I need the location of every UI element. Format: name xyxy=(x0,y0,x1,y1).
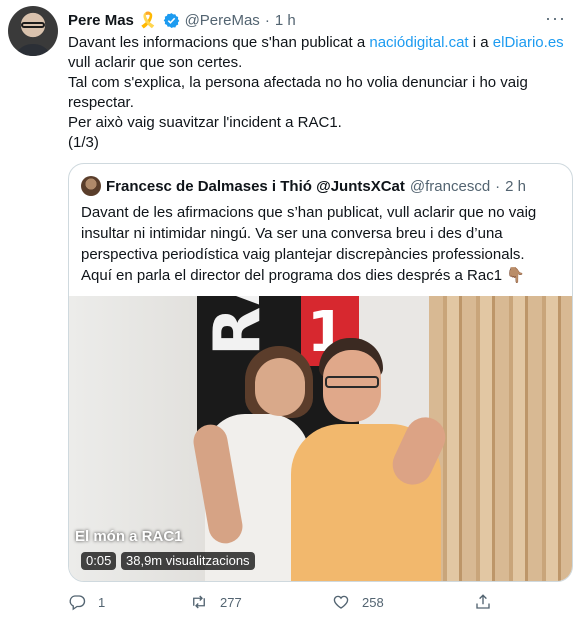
quoted-line: Davant de les afirmacions que s’han publ… xyxy=(81,204,537,221)
like-button[interactable]: 258 xyxy=(332,590,384,614)
retweet-count: 277 xyxy=(220,594,242,610)
video-player[interactable]: RAC 1 El món a RAC1 0:05 38,9m visualitz… xyxy=(69,296,572,581)
tweet-actions-bar: 1 277 258 xyxy=(68,590,508,614)
tweet-line: Tal com s'explica, la persona afectada n… xyxy=(68,74,528,91)
author-avatar[interactable] xyxy=(8,6,58,56)
rac1-logo-text: RAC xyxy=(201,296,275,356)
wood-panel-wall xyxy=(429,296,572,581)
link-naciodigital[interactable]: naciódigital.cat xyxy=(369,34,468,51)
quoted-tweet-body: Davant de les afirmacions que s’han publ… xyxy=(81,202,561,286)
quoted-line: perspectiva periodística vaig plantejar … xyxy=(81,246,525,263)
tweet-line: (1/3) xyxy=(68,134,99,151)
tweet-line: vull aclarir que son certes. xyxy=(68,54,243,71)
share-icon xyxy=(476,594,490,609)
quoted-tweet-header: Francesc de Dalmases i Thió @JuntsXCat @… xyxy=(81,176,526,196)
share-button[interactable] xyxy=(474,590,492,614)
quoted-line: insultar ni intimidar ningú. Va ser una … xyxy=(81,225,503,242)
reply-button[interactable]: 1 xyxy=(68,590,105,614)
header-separator: · xyxy=(264,11,270,29)
heart-icon xyxy=(333,595,349,609)
quoted-header-separator: · xyxy=(495,177,501,195)
tweet-text-segment: Davant les informacions que s'han public… xyxy=(68,34,370,51)
reply-count: 1 xyxy=(98,594,106,610)
avatar-shirt xyxy=(14,44,52,56)
quoted-timestamp: 2 h xyxy=(505,177,527,195)
quoted-author-handle: @francescd xyxy=(409,177,491,195)
retweet-button[interactable]: 277 xyxy=(190,590,242,614)
tweet-line: respectar. xyxy=(68,94,134,111)
reply-icon xyxy=(69,595,86,611)
link-eldiario[interactable]: elDiario.es xyxy=(493,34,564,51)
quoted-author-avatar xyxy=(81,176,101,196)
tweet-text-segment: i a xyxy=(468,34,493,51)
verified-badge-icon xyxy=(163,12,179,28)
video-duration-badge: 0:05 xyxy=(81,552,117,570)
quoted-line: Aquí en parla el director del programa d… xyxy=(81,267,525,284)
more-options-icon[interactable]: ··· xyxy=(545,8,566,29)
man-glasses xyxy=(325,376,379,388)
video-caption: El món a RAC1 xyxy=(75,528,183,545)
tweet-line: Per això vaig suavitzar l'incident a RAC… xyxy=(68,114,342,131)
author-name[interactable]: Pere Mas xyxy=(68,12,134,29)
retweet-icon xyxy=(193,595,205,609)
quoted-tweet-card[interactable]: Francesc de Dalmases i Thió @JuntsXCat @… xyxy=(68,163,573,582)
tweet-timestamp[interactable]: 1 h xyxy=(275,12,296,29)
tweet-body: Davant les informacions que s'han public… xyxy=(68,33,568,153)
like-count: 258 xyxy=(362,594,384,610)
avatar-glasses xyxy=(21,22,45,28)
tweet-line: Davant les informacions que s'han public… xyxy=(68,33,568,53)
video-views-badge: 38,9m visualitzacions xyxy=(121,552,255,570)
ribbon-emoji: 🎗️ xyxy=(138,12,158,29)
woman-face xyxy=(255,358,305,416)
quoted-author-name: Francesc de Dalmases i Thió @JuntsXCat xyxy=(106,177,405,195)
author-handle[interactable]: @PereMas xyxy=(185,12,260,29)
tweet-header: Pere Mas 🎗️ @PereMas · 1 h xyxy=(68,10,296,30)
